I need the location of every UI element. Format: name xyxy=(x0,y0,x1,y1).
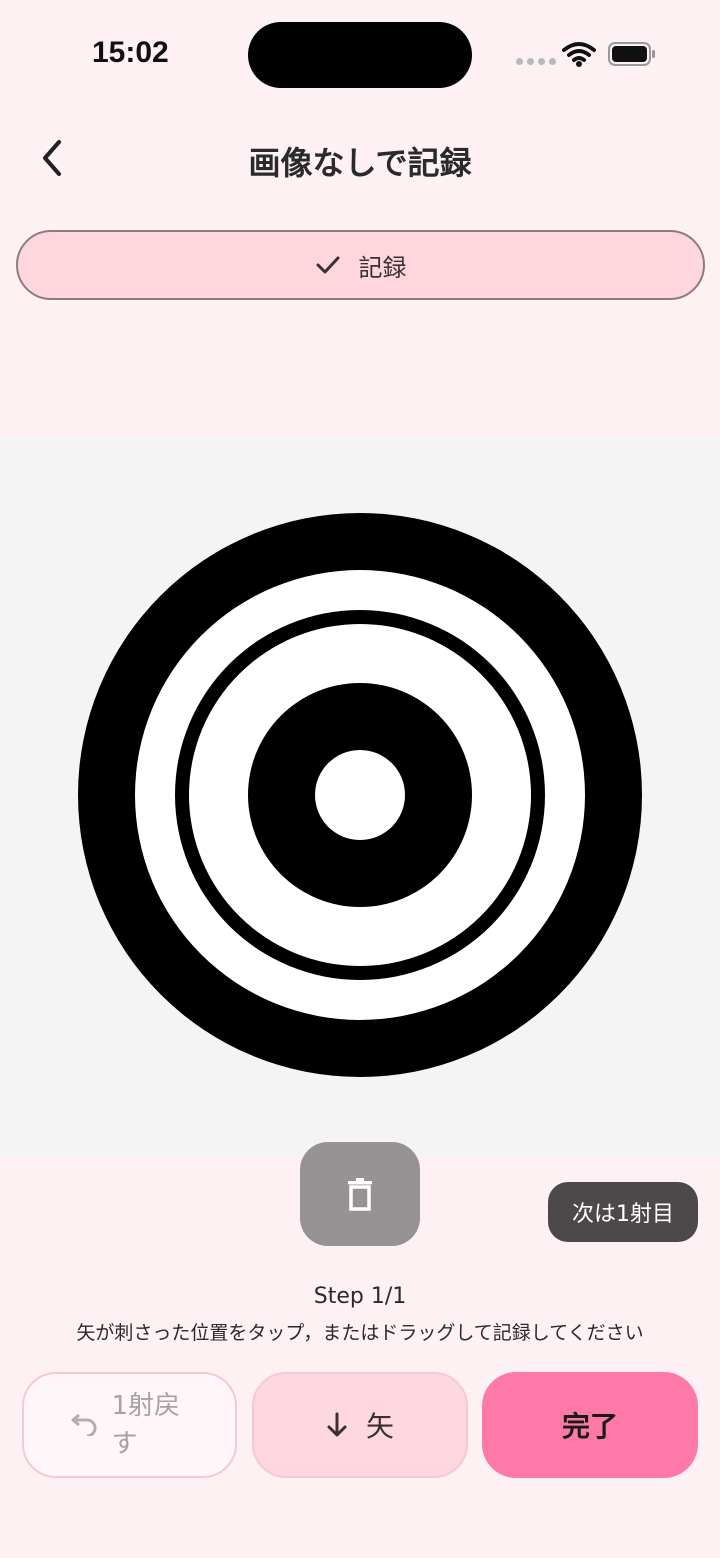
status-bar: 15:02 xyxy=(0,0,720,110)
arrow-button[interactable]: 矢 xyxy=(252,1372,468,1478)
trash-icon xyxy=(348,1178,372,1211)
record-button-label: 記録 xyxy=(358,253,407,282)
next-shot-badge: 次は1射目 xyxy=(548,1182,698,1242)
wifi-icon xyxy=(562,42,596,67)
check-icon xyxy=(316,256,339,274)
done-button-label: 完了 xyxy=(561,1410,618,1443)
target-face[interactable] xyxy=(0,436,720,1156)
target-center xyxy=(315,750,405,840)
arrow-button-label: 矢 xyxy=(365,1410,394,1443)
done-button[interactable]: 完了 xyxy=(482,1372,698,1478)
instruction-text: 矢が刺さった位置をタップ，またはドラッグして記録してください xyxy=(76,1322,644,1344)
arrow-down-icon xyxy=(327,1412,347,1437)
nav-bar: 画像なしで記録 xyxy=(0,120,720,196)
page-title: 画像なしで記録 xyxy=(248,144,472,182)
undo-button-label: 1射戻す xyxy=(111,1391,181,1459)
battery-icon xyxy=(608,42,655,66)
record-button[interactable]: 記録 xyxy=(16,230,705,300)
undo-icon xyxy=(71,1414,96,1436)
status-time: 15:02 xyxy=(92,36,169,69)
delete-button[interactable] xyxy=(300,1142,420,1246)
undo-button[interactable]: 1射戻す xyxy=(22,1372,237,1478)
cellular-signal-icon xyxy=(516,58,556,65)
target-canvas[interactable] xyxy=(0,436,720,1156)
dynamic-island xyxy=(248,22,472,88)
step-indicator: Step 1/1 xyxy=(313,1284,407,1309)
